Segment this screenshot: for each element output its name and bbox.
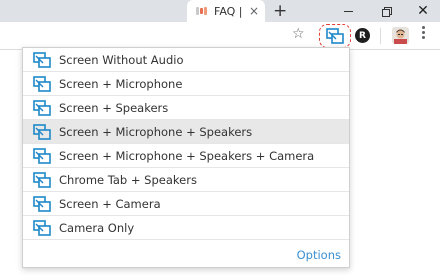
option-camera-only[interactable]: Camera Only: [23, 216, 349, 240]
option-screen-microphone[interactable]: Screen + Microphone: [23, 72, 349, 96]
minimize-button[interactable]: [330, 0, 366, 22]
bookmark-star-icon[interactable]: ☆: [292, 26, 305, 42]
option-label: Chrome Tab + Speakers: [59, 172, 197, 187]
avatar-icon: [392, 27, 409, 44]
option-label: Screen + Microphone: [59, 76, 183, 91]
tab-title: FAQ |: [214, 4, 243, 18]
restore-button[interactable]: [368, 0, 404, 22]
screen-record-icon: [33, 51, 51, 68]
restore-icon: [381, 6, 392, 17]
browser-menu-icon[interactable]: [422, 26, 425, 39]
favicon-icon: [196, 6, 210, 16]
screen-record-icon: [33, 147, 51, 164]
browser-tab[interactable]: FAQ | ×: [187, 0, 265, 22]
option-screen-microphone-speakers-camera[interactable]: Screen + Microphone + Speakers + Camera: [23, 144, 349, 168]
minimize-icon: [343, 10, 353, 12]
option-screen-speakers[interactable]: Screen + Speakers: [23, 96, 349, 120]
new-tab-button[interactable]: +: [273, 1, 287, 21]
screen-recorder-extension-button[interactable]: [319, 24, 351, 48]
screen-record-icon: [33, 219, 51, 236]
option-label: Screen + Camera: [59, 196, 161, 211]
option-label: Screen + Microphone + Speakers: [59, 124, 253, 139]
option-screen-microphone-speakers[interactable]: Screen + Microphone + Speakers: [23, 120, 349, 144]
option-chrome-tab-speakers[interactable]: Chrome Tab + Speakers: [23, 168, 349, 192]
profile-avatar[interactable]: [392, 27, 409, 44]
browser-toolbar: ☆ R: [0, 22, 440, 50]
option-screen-camera[interactable]: Screen + Camera: [23, 192, 349, 216]
option-screen-without-audio[interactable]: Screen Without Audio: [23, 48, 349, 72]
tab-strip: FAQ | × + ✕: [0, 0, 440, 22]
toolbar-divider: [380, 28, 381, 44]
option-label: Camera Only: [59, 220, 135, 235]
tab-close-icon[interactable]: ×: [249, 4, 259, 18]
option-label: Screen + Microphone + Speakers + Camera: [59, 148, 315, 163]
options-link[interactable]: Options: [297, 248, 341, 262]
screen-record-icon: [33, 171, 51, 188]
option-label: Screen Without Audio: [59, 52, 184, 67]
screen-record-icon: [33, 99, 51, 116]
screen-recorder-icon: [326, 28, 344, 44]
recording-mode-popup: Screen Without Audio Screen + Microphone…: [22, 47, 350, 268]
screen-record-icon: [33, 75, 51, 92]
record-extension-icon[interactable]: R: [355, 28, 370, 43]
screen-record-icon: [33, 123, 51, 140]
close-window-button[interactable]: ✕: [405, 0, 440, 22]
option-label: Screen + Speakers: [59, 100, 169, 115]
screen-record-icon: [33, 195, 51, 212]
